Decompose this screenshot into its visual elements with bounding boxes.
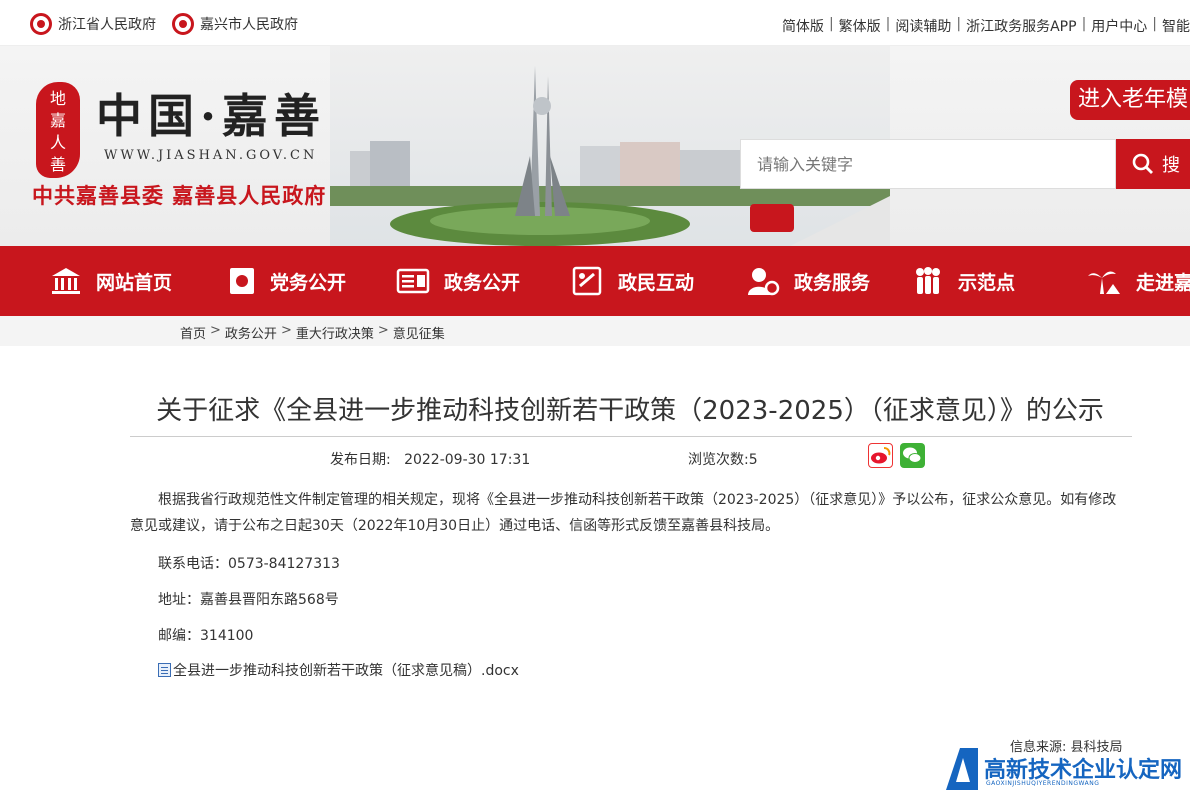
nav-label: 走进嘉 (1136, 271, 1190, 294)
home-icon (52, 268, 80, 294)
contact-postcode: 邮编：314100 (158, 628, 254, 644)
watermark: 高新技术企业认定网 GAOXINJISHUQIYERENDINGWANG (942, 744, 1190, 794)
nav-label: 政务公开 (444, 271, 521, 294)
article-body-paragraph: 根据我省行政规范性文件制定管理的相关规定，现将《全县进一步推动科技创新若干政策（… (130, 492, 1117, 534)
palm-icon (1088, 271, 1120, 294)
article-title: 关于征求《全县进一步推动科技创新若干政策（2023-2025）（征求意见）》的公… (156, 396, 1104, 426)
service-icon (748, 268, 780, 296)
breadcrumb-bar: 首页 > 政务公开 > 重大行政决策 > 意见征集 (0, 316, 1190, 346)
title-divider (130, 436, 1132, 437)
seal-text: 地嘉人善 (49, 89, 66, 174)
view-count: 浏览次数:5 (688, 449, 758, 469)
site-url: WWW.JIASHAN.GOV.CN (104, 148, 318, 163)
publish-date: 发布日期: 2022-09-30 17:31 (330, 449, 530, 469)
publish-date-value: 2022-09-30 17:31 (404, 452, 531, 468)
breadcrumb-opinion-collection[interactable]: 意见征集 (393, 323, 445, 342)
watermark-logo-icon (946, 748, 978, 790)
city-gov-link[interactable]: 嘉兴市人民政府 (172, 13, 298, 35)
wechat-icon (903, 447, 922, 463)
nav-item-explore[interactable]: 走进嘉 (1086, 246, 1190, 316)
weibo-icon (871, 447, 891, 464)
breadcrumb-home[interactable]: 首页 (180, 323, 206, 342)
emblem-icon (172, 13, 194, 35)
breadcrumb: 首页 > 政务公开 > 重大行政决策 > 意见征集 (180, 323, 445, 342)
nav-label: 政务服务 (794, 271, 871, 294)
nav-item-home[interactable]: 网站首页 (50, 246, 172, 316)
publish-date-label: 发布日期: (330, 452, 391, 468)
top-left-links: 浙江省人民政府 嘉兴市人民政府 (30, 13, 298, 35)
view-count-label: 浏览次数: (688, 452, 749, 468)
gov-affairs-icon (396, 268, 430, 294)
document-icon (158, 663, 171, 677)
nav-item-interaction[interactable]: 政民互动 (572, 246, 694, 316)
main-nav: 网站首页 党务公开 政务公开 政民互动 政务服务 示范点 走进嘉 (0, 246, 1190, 316)
nav-label: 网站首页 (96, 271, 173, 294)
search-box (740, 139, 1116, 189)
site-subtitle: 中共嘉善县委 嘉善县人民政府 (32, 183, 327, 208)
people-icon (916, 267, 940, 294)
nav-item-service[interactable]: 政务服务 (746, 246, 870, 316)
reading-aid-link[interactable]: 阅读辅助 (895, 16, 951, 36)
province-gov-link[interactable]: 浙江省人民政府 (30, 13, 156, 35)
zj-app-link[interactable]: 浙江政务服务APP (966, 16, 1076, 36)
share-wechat-button[interactable] (900, 443, 925, 468)
breadcrumb-major-decisions[interactable]: 重大行政决策 (296, 323, 374, 342)
view-count-value: 5 (748, 452, 758, 468)
city-gov-label: 嘉兴市人民政府 (200, 17, 298, 33)
interaction-icon (572, 266, 602, 296)
search-button-label: 搜 (1162, 155, 1180, 176)
top-bar: 浙江省人民政府 嘉兴市人民政府 简体版 | 繁体版 | 阅读辅助 | 浙江政务服务AP… (0, 0, 1190, 46)
attachment-filename: 全县进一步推动科技创新若干政策（征求意见稿）.docx (173, 663, 519, 679)
nav-label: 党务公开 (270, 271, 347, 294)
nav-item-gov-affairs[interactable]: 政务公开 (396, 246, 520, 316)
user-center-link[interactable]: 用户中心 (1091, 16, 1147, 36)
emblem-icon (30, 13, 52, 35)
watermark-subtext: GAOXINJISHUQIYERENDINGWANG (986, 780, 1100, 787)
search-icon (1132, 153, 1153, 174)
simplified-link[interactable]: 简体版 (782, 16, 824, 36)
party-icon (230, 268, 254, 294)
elder-mode-button[interactable]: 进入老年模 (1070, 80, 1190, 120)
logo-seal: 地嘉人善 (36, 82, 80, 178)
share-weibo-button[interactable] (868, 443, 893, 468)
search-button[interactable]: 搜 (1116, 139, 1190, 189)
site-header: 地嘉人善 中国·嘉善 WWW.JIASHAN.GOV.CN 中共嘉善县委 嘉善县… (0, 46, 1190, 246)
nav-item-party[interactable]: 党务公开 (228, 246, 346, 316)
attachment-link[interactable]: 全县进一步推动科技创新若干政策（征求意见稿）.docx (158, 660, 519, 680)
search-input[interactable] (741, 140, 1115, 188)
nav-item-demo[interactable]: 示范点 (912, 246, 1015, 316)
smart-link[interactable]: 智能 (1162, 16, 1190, 36)
nav-label: 示范点 (958, 271, 1016, 294)
breadcrumb-gov-affairs[interactable]: 政务公开 (225, 323, 277, 342)
site-name[interactable]: 中国·嘉善 (96, 80, 326, 146)
nav-label: 政民互动 (618, 271, 695, 294)
contact-phone: 联系电话：0573-84127313 (158, 556, 340, 572)
top-right-links: 简体版 | 繁体版 | 阅读辅助 | 浙江政务服务APP | 用户中心 | 智能 (781, 16, 1190, 36)
province-gov-label: 浙江省人民政府 (58, 17, 156, 33)
traditional-link[interactable]: 繁体版 (839, 16, 881, 36)
contact-address: 地址：嘉善县晋阳东路568号 (158, 592, 339, 608)
